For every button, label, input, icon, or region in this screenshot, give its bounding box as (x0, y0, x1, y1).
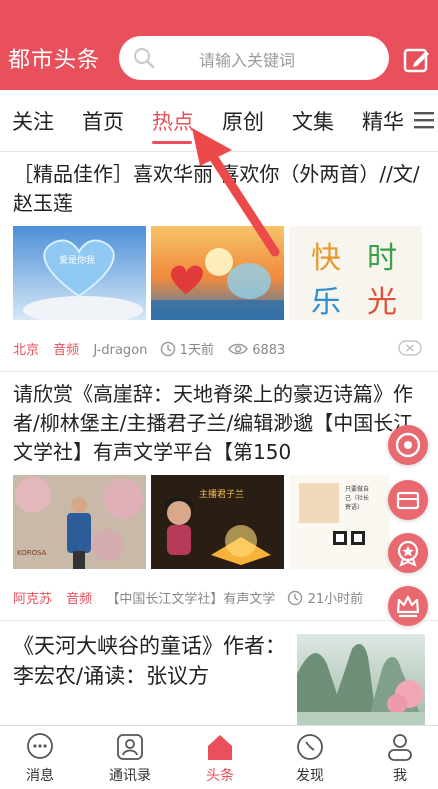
clock-icon (288, 590, 303, 606)
article-time: 1天前 (179, 343, 214, 358)
bottom-nav: 消息 通讯录 头条 发现 我 (0, 725, 438, 789)
nav-me[interactable]: 我 (365, 732, 435, 785)
svg-text:寄语）: 寄语） (345, 503, 363, 511)
medal-button[interactable] (388, 533, 428, 573)
gift-card-icon (396, 491, 420, 510)
top-header: 都市头条 请输入关键词 (0, 0, 438, 90)
nav-messages[interactable]: 消息 (5, 732, 75, 785)
refresh-icon (395, 432, 421, 458)
article-time: 21小时前 (307, 592, 364, 607)
svg-text:爱是你我: 爱是你我 (59, 254, 95, 266)
home-icon (208, 735, 232, 760)
svg-text:乐: 乐 (311, 285, 341, 320)
divider (0, 371, 438, 372)
svg-text:光: 光 (367, 285, 397, 320)
crown-button[interactable] (388, 586, 428, 626)
divider (0, 620, 438, 621)
nav-contacts[interactable]: 通讯录 (95, 732, 165, 785)
article-thumbnail[interactable]: 主播君子兰 (151, 475, 284, 569)
article-thumbnail[interactable]: 爱是你我 (13, 226, 146, 320)
tab-yuanchuang[interactable]: 原创 (222, 106, 264, 136)
nav-label: 头条 (206, 768, 234, 784)
medal-icon (397, 540, 419, 567)
article-title[interactable]: ［精品佳作］喜欢华丽 喜欢你（外两首）//文/赵玉莲 (13, 160, 431, 218)
svg-text:主播君子兰: 主播君子兰 (199, 488, 244, 500)
article-thumbnail[interactable]: 快 时 乐 光 (289, 226, 422, 320)
nav-label: 通讯录 (109, 768, 151, 784)
tab-redian[interactable]: 热点 (152, 106, 194, 136)
tab-jinghua[interactable]: 精华 (362, 106, 404, 136)
tab-guanzhu[interactable]: 关注 (12, 106, 54, 136)
article-location: 阿克苏 (13, 592, 53, 607)
svg-text:只要做自: 只要做自 (345, 485, 369, 493)
article-views: 6883 (252, 343, 286, 358)
refresh-button[interactable] (388, 425, 428, 465)
article-author[interactable]: 【中国长江文学社】有声文学 (106, 592, 275, 607)
tab-wenji[interactable]: 文集 (292, 106, 334, 136)
app-title: 都市头条 (8, 48, 101, 73)
menu-icon[interactable] (412, 108, 436, 132)
search-placeholder: 请输入关键词 (199, 51, 296, 70)
search-input[interactable]: 请输入关键词 (119, 36, 389, 80)
article-title[interactable]: 《天河大峡谷的童话》作者：李宏农/诵读：张议方 (13, 631, 288, 691)
svg-text:己（社长: 己（社长 (345, 494, 369, 502)
svg-text:快: 快 (311, 241, 341, 276)
article-thumbnail[interactable] (151, 226, 284, 320)
svg-text:KOROSA: KOROSA (17, 549, 47, 557)
eye-icon (228, 343, 248, 355)
nav-label: 消息 (26, 768, 54, 784)
article-thumbnail[interactable] (297, 634, 425, 725)
article-thumbnail[interactable]: KOROSA (13, 475, 146, 569)
crown-icon (396, 595, 420, 618)
article-location: 北京 (13, 343, 40, 358)
article-title[interactable]: 请欣赏《高崖辞：天地脊梁上的豪迈诗篇》作者/柳林堡主/主播君子兰/编辑渺邈【中国… (13, 380, 423, 467)
contacts-icon (117, 734, 143, 760)
clock-icon (160, 341, 175, 357)
active-tab-indicator (152, 141, 192, 144)
person-icon (388, 734, 412, 761)
article-category: 音频 (66, 592, 93, 607)
tab-shouye[interactable]: 首页 (82, 106, 124, 136)
article-thumbnail[interactable]: 只要做自 己（社长 寄语） (289, 475, 390, 569)
nav-label: 我 (393, 768, 407, 784)
compose-icon[interactable] (402, 45, 432, 75)
nav-headlines[interactable]: 头条 (185, 732, 255, 785)
category-tabs: 关注 首页 热点 原创 文集 精华 (0, 90, 438, 152)
article-category: 音频 (53, 343, 80, 358)
article-meta: 阿克苏 音频 【中国长江文学社】有声文学 21小时前 (13, 588, 363, 607)
nav-discover[interactable]: 发现 (275, 732, 345, 785)
compass-icon (297, 734, 323, 760)
article-author[interactable]: J-dragon (93, 343, 147, 358)
search-icon (134, 48, 155, 69)
article-meta: 北京 音频 J-dragon 1天前 6883 (13, 339, 285, 358)
chat-bubble-icon (27, 733, 53, 759)
gift-card-button[interactable] (388, 480, 428, 520)
nav-label: 发现 (296, 768, 324, 784)
close-icon[interactable] (398, 340, 422, 356)
svg-text:时: 时 (367, 241, 397, 276)
